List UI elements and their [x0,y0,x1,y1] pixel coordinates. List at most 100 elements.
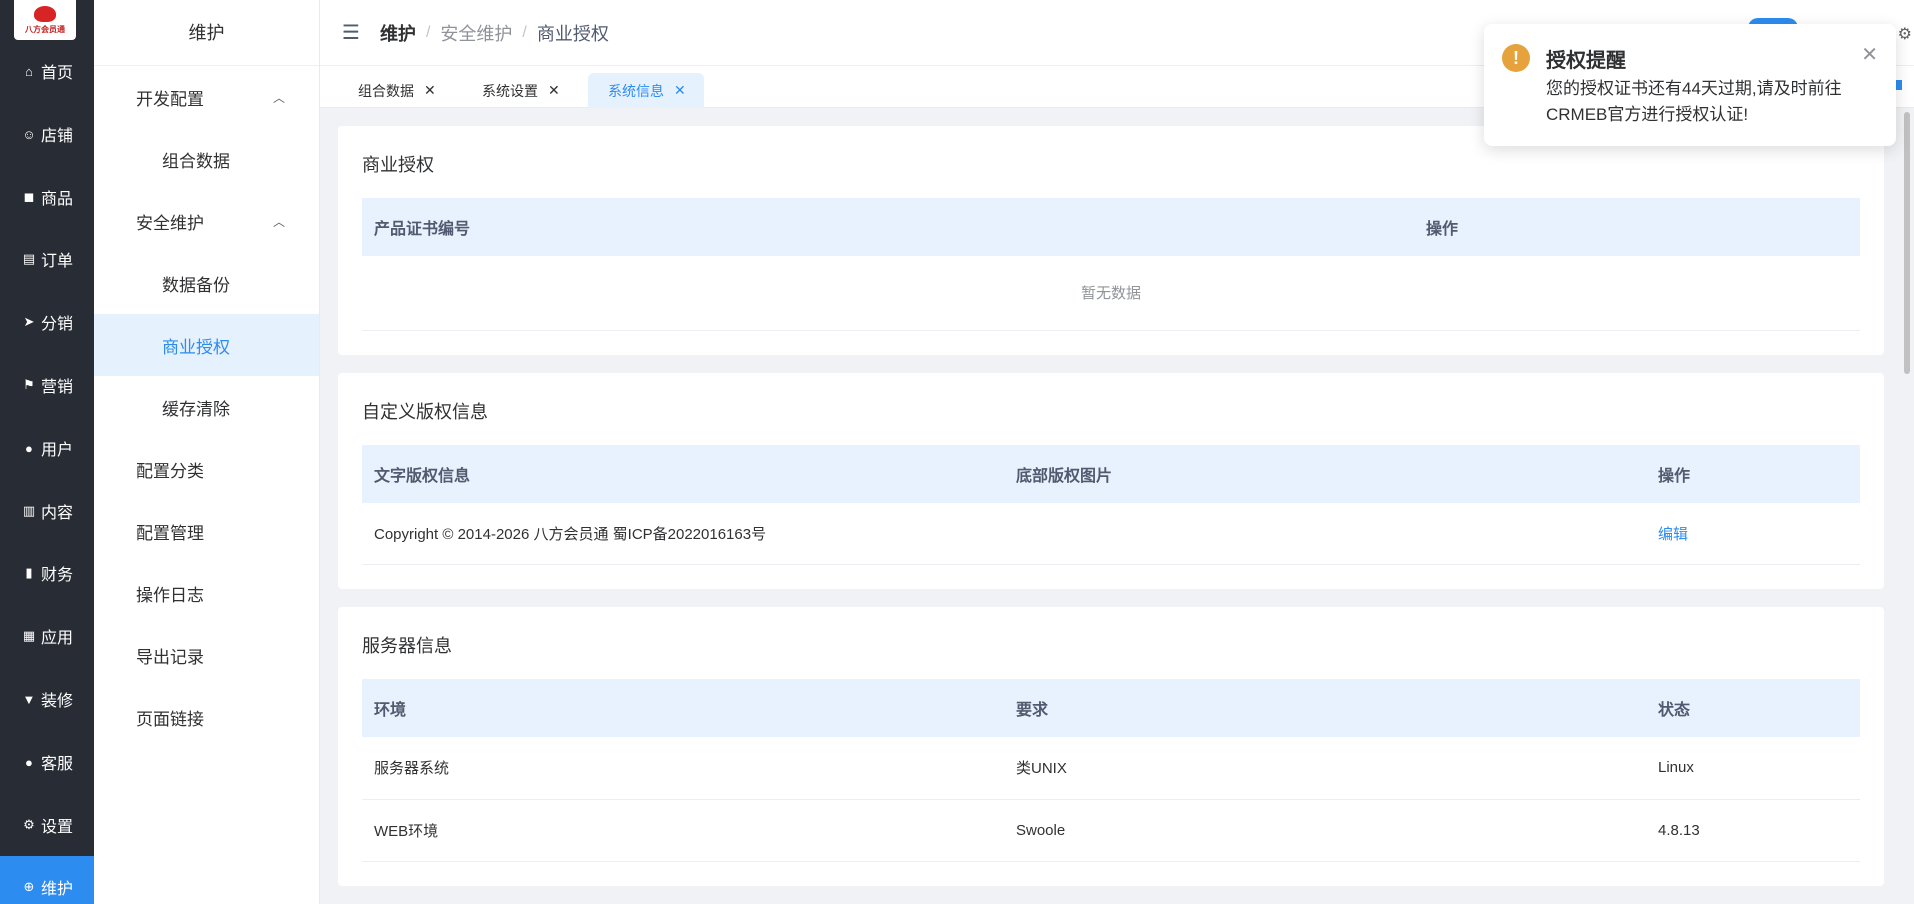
order-icon: ▤ [22,251,36,266]
copyright-card: 自定义版权信息 文字版权信息 底部版权图片 操作 Copyright © 201… [338,372,1884,589]
column-header: 操作 [1414,198,1860,256]
rail-item-label: 分销 [40,316,73,333]
distribution-icon: ➤ [23,314,35,329]
apps-icon: ▦ [22,628,36,643]
close-icon[interactable]: ✕ [1861,42,1878,67]
license-table: 产品证书编号 操作 暂无数据 [362,198,1860,331]
decorate-icon: ▼ [22,691,36,707]
submenu-item-combined-data[interactable]: 组合数据 [94,128,319,190]
submenu-item-backup[interactable]: 数据备份 [94,252,319,314]
rail-item-order[interactable]: ▤ 订单 [0,228,94,290]
license-card: 商业授权 产品证书编号 操作 暂无数据 [338,126,1884,355]
copyright-table: 文字版权信息 底部版权图片 操作 Copyright © 2014-2026 八… [362,444,1860,565]
tab-label: 系统设置 [482,82,538,99]
rail-item-label: 营销 [40,379,73,396]
column-header: 文字版权信息 [362,444,1004,503]
server-card: 服务器信息 环境 要求 状态 服务器系统 类UNIX Linux WEB环境 S… [338,607,1884,886]
submenu-item-cache-clear[interactable]: 缓存清除 [94,376,319,438]
rail-item-maintain[interactable]: ⊕ 维护 [0,856,94,904]
card-title: 商业授权 [362,155,434,175]
sub-menu-title: 维护 [94,0,319,66]
submenu-group-dev-config[interactable]: 开发配置 ︿ [94,66,319,128]
rail-item-label: 店铺 [40,128,73,145]
tab-system-info[interactable]: 系统信息 ✕ [588,73,704,108]
menu-toggle-icon[interactable]: ☰ [342,20,360,45]
breadcrumb-separator: / [425,23,431,41]
breadcrumb-separator: / [522,23,527,41]
submenu-item-config-manage[interactable]: 配置管理 [94,500,319,562]
content-icon: ▥ [22,503,36,518]
product-icon: ◼ [23,189,35,204]
rail-item-apps[interactable]: ▦ 应用 [0,605,94,667]
submenu-group-label: 开发配置 [136,89,204,109]
rail-item-content[interactable]: ▥ 内容 [0,480,94,542]
tabs-more-icon[interactable] [1896,80,1902,90]
env-cell: WEB环境 [362,799,1004,862]
status-cell: 4.8.13 [1646,799,1860,862]
table-row: 服务器系统 类UNIX Linux [362,737,1860,800]
close-icon[interactable]: ✕ [424,82,436,99]
submenu-item-config-category[interactable]: 配置分类 [94,438,319,500]
tab-combined-data[interactable]: 组合数据 ✕ [338,73,454,108]
tab-label: 系统信息 [608,82,664,99]
rail-item-distribution[interactable]: ➤ 分销 [0,291,94,353]
notification-title: 授权提醒 [1546,50,1626,72]
column-header: 底部版权图片 [1004,444,1646,503]
rail-item-label: 装修 [40,693,73,710]
rail-item-service[interactable]: ● 客服 [0,731,94,793]
env-cell: 服务器系统 [362,737,1004,800]
gear-icon[interactable]: ⚙ [1898,24,1912,44]
rail-item-store[interactable]: ☺ 店铺 [0,103,94,165]
rail-item-decorate[interactable]: ▼ 装修 [0,668,94,730]
rail-item-user[interactable]: ● 用户 [0,417,94,479]
scrollbar[interactable] [1904,112,1910,374]
column-header: 环境 [362,679,1004,737]
main-nav-rail: 八方会员通 ⌂ 首页 ☺ 店铺 ◼ 商品 ▤ 订单 ➤ 分销 ⚑ 营销 ● 用户 ▥ 内容 ▮ 财务 ▦ 应用 ▼ 装修 ●… [0,0,94,904]
column-header: 状态 [1646,679,1860,737]
submenu-item-op-log[interactable]: 操作日志 [94,562,319,624]
license-notification: ! 授权提醒 您的授权证书还有44天过期,请及时前往CRMEB官方进行授权认证!… [1484,24,1896,146]
tab-label: 组合数据 [358,82,414,99]
user-icon: ● [25,440,33,456]
rail-item-label: 订单 [40,253,73,270]
marketing-icon: ⚑ [23,377,35,392]
submenu-item-export[interactable]: 导出记录 [94,624,319,686]
submenu-group-label: 安全维护 [136,213,204,233]
rail-item-label: 设置 [40,819,73,836]
sub-menu: 维护 开发配置 ︿ 组合数据 安全维护 ︿ 数据备份 商业授权 缓存清除 配置分… [94,0,320,904]
empty-text: 暂无数据 [362,256,1860,331]
submenu-item-page-link[interactable]: 页面链接 [94,686,319,748]
rail-item-label: 维护 [40,881,73,898]
tab-system-settings[interactable]: 系统设置 ✕ [462,73,578,108]
rail-item-marketing[interactable]: ⚑ 营销 [0,354,94,416]
chevron-up-icon: ︿ [272,214,285,229]
logo[interactable]: 八方会员通 [14,0,76,40]
submenu-group-security[interactable]: 安全维护 ︿ [94,190,319,252]
breadcrumb-3: 商业授权 [536,23,609,44]
settings-icon: ⚙ [23,817,35,832]
close-icon[interactable]: ✕ [674,82,686,99]
breadcrumb-1: 维护 [379,23,416,44]
home-icon: ⌂ [25,63,33,79]
copyright-text: Copyright © 2014-2026 八方会员通 蜀ICP备2022016… [362,502,1004,565]
rail-item-finance[interactable]: ▮ 财务 [0,542,94,604]
rail-item-label: 内容 [40,505,73,522]
main-content: 商业授权 产品证书编号 操作 暂无数据 自定义版权信息 文字版权信息 底部版权图… [320,108,1902,904]
rail-item-settings[interactable]: ⚙ 设置 [0,794,94,856]
notification-body: 您的授权证书还有44天过期,请及时前往CRMEB官方进行授权认证! [1546,79,1842,124]
rail-item-product[interactable]: ◼ 商品 [0,166,94,228]
status-cell: Linux [1646,737,1860,800]
breadcrumb-2: 安全维护 [440,23,513,44]
card-title: 自定义版权信息 [362,401,488,422]
finance-icon: ▮ [25,565,33,580]
rail-item-label: 商品 [40,191,73,208]
rail-item-label: 应用 [40,630,73,647]
warning-icon: ! [1502,44,1530,72]
submenu-item-license[interactable]: 商业授权 [94,314,319,376]
req-cell: Swoole [1004,799,1646,862]
rail-item-label: 首页 [40,65,73,82]
rail-item-home[interactable]: ⌂ 首页 [0,40,94,102]
edit-link[interactable]: 编辑 [1658,526,1688,543]
service-icon: ● [25,754,33,770]
close-icon[interactable]: ✕ [548,82,560,99]
